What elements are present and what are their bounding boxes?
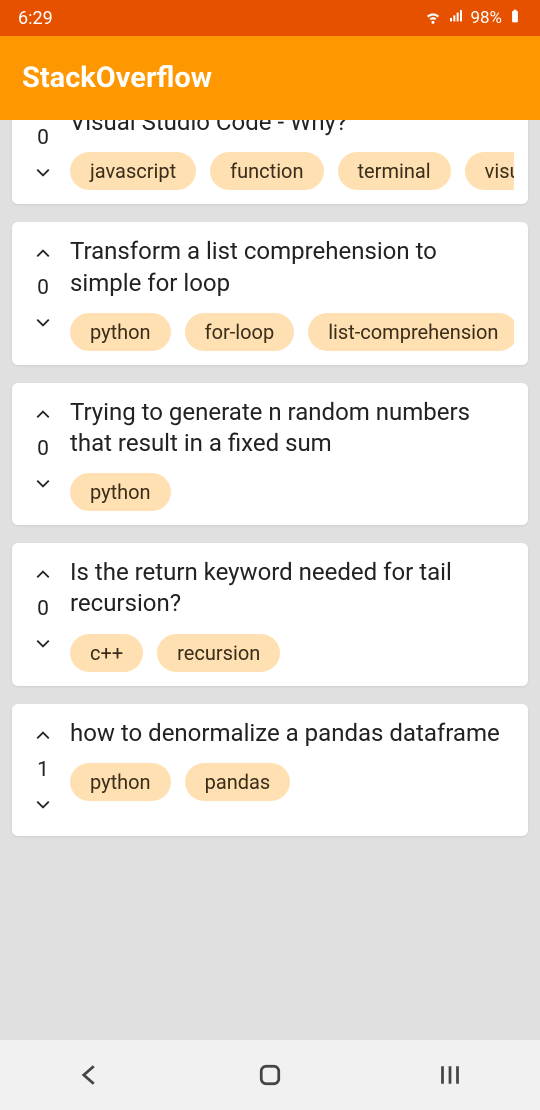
tag-pill[interactable]: function [210, 152, 323, 190]
question-body: Trying to generate n random numbers that… [70, 397, 514, 511]
tag-row[interactable]: javascript function terminal visual [70, 152, 514, 190]
tag-row[interactable]: c++ recursion [70, 634, 514, 672]
downvote-button[interactable] [26, 156, 60, 190]
tag-pill[interactable]: recursion [157, 634, 280, 672]
android-nav-bar [0, 1040, 540, 1110]
question-body: how to denormalize a pandas dataframe pyt… [70, 718, 514, 822]
vote-score: 0 [37, 591, 49, 627]
battery-text: 98% [470, 8, 502, 28]
upvote-button[interactable] [26, 718, 60, 752]
vote-score: 0 [37, 120, 49, 156]
status-indicators: 98% [424, 7, 522, 30]
question-body: Not Logging Anything to the Terminal in … [70, 120, 514, 190]
back-button[interactable] [50, 1055, 130, 1095]
vote-score: 0 [37, 431, 49, 467]
app-title: StackOverflow [22, 61, 212, 95]
downvote-button[interactable] [26, 467, 60, 501]
question-list[interactable]: 0 Not Logging Anything to the Terminal in… [0, 120, 540, 1040]
tag-row[interactable]: python pandas [70, 763, 514, 801]
downvote-button[interactable] [26, 627, 60, 661]
tag-pill[interactable]: for-loop [185, 313, 295, 351]
tag-pill[interactable]: visual [465, 152, 514, 190]
question-body: Transform a list comprehension to simple… [70, 236, 514, 350]
tag-pill[interactable]: pandas [185, 763, 291, 801]
tag-pill[interactable]: python [70, 473, 171, 511]
vote-column: 0 [26, 397, 60, 511]
recents-button[interactable] [410, 1055, 490, 1095]
question-title[interactable]: how to denormalize a pandas dataframe [70, 718, 514, 749]
battery-icon [508, 7, 522, 30]
downvote-button[interactable] [26, 306, 60, 340]
question-card: 1 how to denormalize a pandas dataframe py… [12, 704, 528, 836]
app-bar: StackOverflow [0, 36, 540, 120]
tag-row[interactable]: python for-loop list-comprehension [70, 313, 514, 351]
vote-score: 1 [37, 752, 49, 788]
question-card: 0 Trying to generate n random numbers tha… [12, 383, 528, 525]
tag-pill[interactable]: c++ [70, 634, 143, 672]
question-card: 0 Is the return keyword needed for tail r… [12, 543, 528, 685]
downvote-button[interactable] [26, 788, 60, 822]
signal-icon [448, 8, 464, 29]
question-title[interactable]: Not Logging Anything to the Terminal in … [70, 120, 514, 138]
question-card: 0 Not Logging Anything to the Terminal in… [12, 120, 528, 204]
upvote-button[interactable] [26, 397, 60, 431]
question-title[interactable]: Transform a list comprehension to simple… [70, 236, 514, 298]
tag-pill[interactable]: terminal [338, 152, 451, 190]
tag-pill[interactable]: list-comprehension [308, 313, 514, 351]
vote-column: 0 [26, 557, 60, 671]
tag-row[interactable]: python [70, 473, 514, 511]
tag-pill[interactable]: python [70, 313, 171, 351]
status-time: 6:29 [18, 8, 424, 29]
question-title[interactable]: Trying to generate n random numbers that… [70, 397, 514, 459]
question-body: Is the return keyword needed for tail re… [70, 557, 514, 671]
vote-column: 0 [26, 236, 60, 350]
vote-column: 1 [26, 718, 60, 822]
question-title[interactable]: Is the return keyword needed for tail re… [70, 557, 514, 619]
tag-pill[interactable]: python [70, 763, 171, 801]
wifi-icon [424, 7, 442, 30]
upvote-button[interactable] [26, 557, 60, 591]
vote-score: 0 [37, 270, 49, 306]
vote-column: 0 [26, 120, 60, 190]
status-bar: 6:29 98% [0, 0, 540, 36]
home-button[interactable] [230, 1055, 310, 1095]
tag-pill[interactable]: javascript [70, 152, 196, 190]
upvote-button[interactable] [26, 236, 60, 270]
question-card: 0 Transform a list comprehension to simpl… [12, 222, 528, 364]
